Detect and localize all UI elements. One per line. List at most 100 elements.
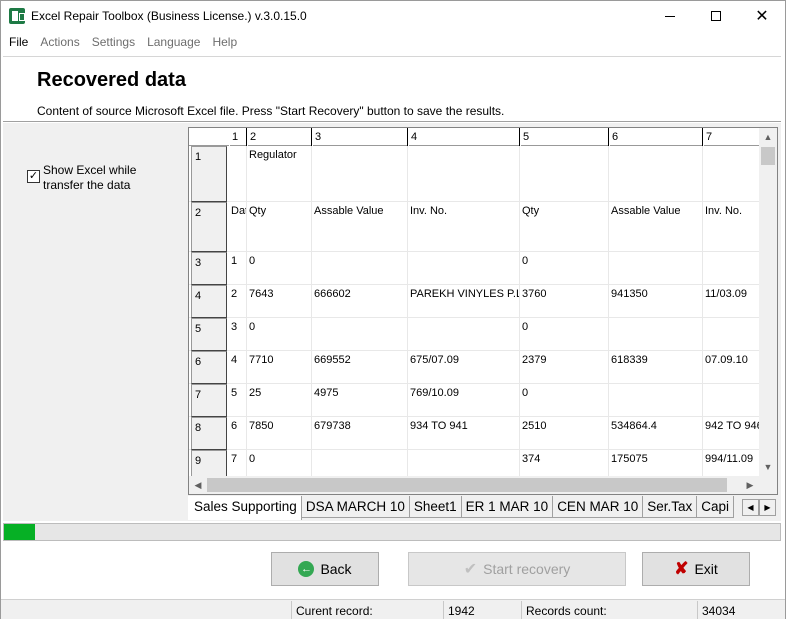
table-cell[interactable] (312, 146, 408, 201)
scroll-right-icon[interactable]: ▶ (741, 476, 759, 494)
scroll-down-icon[interactable]: ▼ (759, 458, 777, 476)
table-cell[interactable] (609, 252, 703, 284)
table-cell[interactable]: 0 (520, 252, 609, 284)
sheet-tab[interactable]: Ser.Tax (643, 496, 698, 518)
table-cell[interactable]: 2 (229, 285, 247, 317)
menu-help[interactable]: Help (204, 32, 237, 52)
scroll-left-icon[interactable]: ◀ (189, 476, 207, 494)
table-cell[interactable]: Inv. No. (408, 202, 520, 251)
horizontal-scroll-thumb[interactable] (207, 478, 727, 492)
table-cell[interactable]: 3 (229, 318, 247, 350)
sheet-tab[interactable]: ER 1 MAR 10 (461, 496, 554, 518)
column-header[interactable]: 4 (408, 128, 520, 146)
table-cell[interactable] (312, 318, 408, 350)
back-button[interactable]: ← Back (271, 552, 379, 586)
row-header[interactable]: 9 (191, 450, 227, 476)
sheet-tab[interactable]: Capi (697, 496, 735, 518)
table-cell[interactable]: 669552 (312, 351, 408, 383)
table-cell[interactable]: 0 (520, 384, 609, 416)
table-cell[interactable]: 0 (520, 318, 609, 350)
sheet-tab[interactable]: Sheet1 (409, 496, 462, 518)
row-header[interactable]: 3 (191, 252, 227, 285)
table-cell[interactable]: 934 TO 941 (408, 417, 520, 449)
table-cell[interactable]: 374 (520, 450, 609, 476)
maximize-button[interactable] (693, 1, 739, 31)
table-cell[interactable]: 0 (247, 450, 312, 476)
table-cell[interactable] (312, 252, 408, 284)
close-button[interactable]: ✕ (739, 1, 785, 31)
tab-next-icon[interactable]: ▶ (759, 499, 776, 516)
sheet-tab[interactable]: Sales Supporting (188, 496, 302, 520)
table-cell[interactable]: 2379 (520, 351, 609, 383)
scroll-up-icon[interactable]: ▲ (759, 128, 777, 146)
row-header[interactable]: 1 (191, 146, 227, 202)
table-cell[interactable]: 618339 (609, 351, 703, 383)
table-cell[interactable] (408, 146, 520, 201)
table-cell[interactable] (520, 146, 609, 201)
horizontal-scrollbar[interactable]: ◀ ▶ (189, 476, 759, 494)
sheet-tab[interactable]: DSA MARCH 10 (301, 496, 410, 518)
table-cell[interactable]: 2510 (520, 417, 609, 449)
show-excel-checkbox[interactable]: ✓ (27, 170, 40, 183)
table-cell[interactable]: Assable Value (312, 202, 408, 251)
menu-file[interactable]: File (1, 32, 28, 52)
table-cell[interactable]: 7710 (247, 351, 312, 383)
table-cell[interactable]: Date (229, 202, 247, 251)
table-cell[interactable]: 994/11.09 (703, 450, 759, 476)
column-header[interactable]: 2 (247, 128, 312, 146)
table-cell[interactable] (609, 318, 703, 350)
column-header[interactable]: 6 (609, 128, 703, 146)
table-cell[interactable]: 769/10.09 (408, 384, 520, 416)
table-cell[interactable]: 942 TO 946 (703, 417, 759, 449)
table-cell[interactable] (609, 146, 703, 201)
table-cell[interactable]: 3760 (520, 285, 609, 317)
start-recovery-button[interactable]: ✔ Start recovery (408, 552, 626, 586)
row-header[interactable]: 5 (191, 318, 227, 351)
table-cell[interactable] (703, 146, 759, 201)
table-cell[interactable]: 07.09.10 (703, 351, 759, 383)
table-cell[interactable]: 0 (247, 318, 312, 350)
menu-language[interactable]: Language (139, 32, 200, 52)
table-cell[interactable] (312, 450, 408, 476)
table-cell[interactable] (229, 146, 247, 201)
table-cell[interactable]: 941350 (609, 285, 703, 317)
table-cell[interactable] (703, 384, 759, 416)
table-cell[interactable]: Regulator (247, 146, 312, 201)
table-cell[interactable] (408, 252, 520, 284)
table-cell[interactable] (609, 384, 703, 416)
table-cell[interactable]: 675/07.09 (408, 351, 520, 383)
table-cell[interactable]: 4975 (312, 384, 408, 416)
table-cell[interactable] (703, 318, 759, 350)
table-cell[interactable]: 666602 (312, 285, 408, 317)
table-cell[interactable]: 6 (229, 417, 247, 449)
table-cell[interactable] (703, 252, 759, 284)
table-cell[interactable]: Assable Value (609, 202, 703, 251)
menu-settings[interactable]: Settings (84, 32, 135, 52)
table-cell[interactable]: 11/03.09 (703, 285, 759, 317)
vertical-scrollbar[interactable]: ▲ ▼ (759, 128, 777, 476)
column-header[interactable]: 7 (703, 128, 759, 146)
table-cell[interactable]: 0 (247, 252, 312, 284)
column-header[interactable]: 5 (520, 128, 609, 146)
table-cell[interactable]: 534864.4 (609, 417, 703, 449)
row-header[interactable]: 7 (191, 384, 227, 417)
table-cell[interactable] (408, 450, 520, 476)
table-cell[interactable]: 7850 (247, 417, 312, 449)
row-header[interactable]: 2 (191, 202, 227, 252)
menu-actions[interactable]: Actions (32, 32, 79, 52)
table-cell[interactable]: PAREKH VINYLES P.L (408, 285, 520, 317)
table-cell[interactable] (408, 318, 520, 350)
vertical-scroll-thumb[interactable] (761, 147, 775, 165)
row-header[interactable]: 8 (191, 417, 227, 450)
table-cell[interactable]: Qty (247, 202, 312, 251)
table-cell[interactable]: Qty (520, 202, 609, 251)
row-header[interactable]: 6 (191, 351, 227, 384)
column-header[interactable]: 1 (229, 128, 247, 146)
table-cell[interactable]: 7 (229, 450, 247, 476)
table-cell[interactable]: 679738 (312, 417, 408, 449)
column-header[interactable]: 3 (312, 128, 408, 146)
table-cell[interactable]: 7643 (247, 285, 312, 317)
minimize-button[interactable] (647, 1, 693, 31)
table-cell[interactable]: Inv. No. (703, 202, 759, 251)
row-header[interactable]: 4 (191, 285, 227, 318)
